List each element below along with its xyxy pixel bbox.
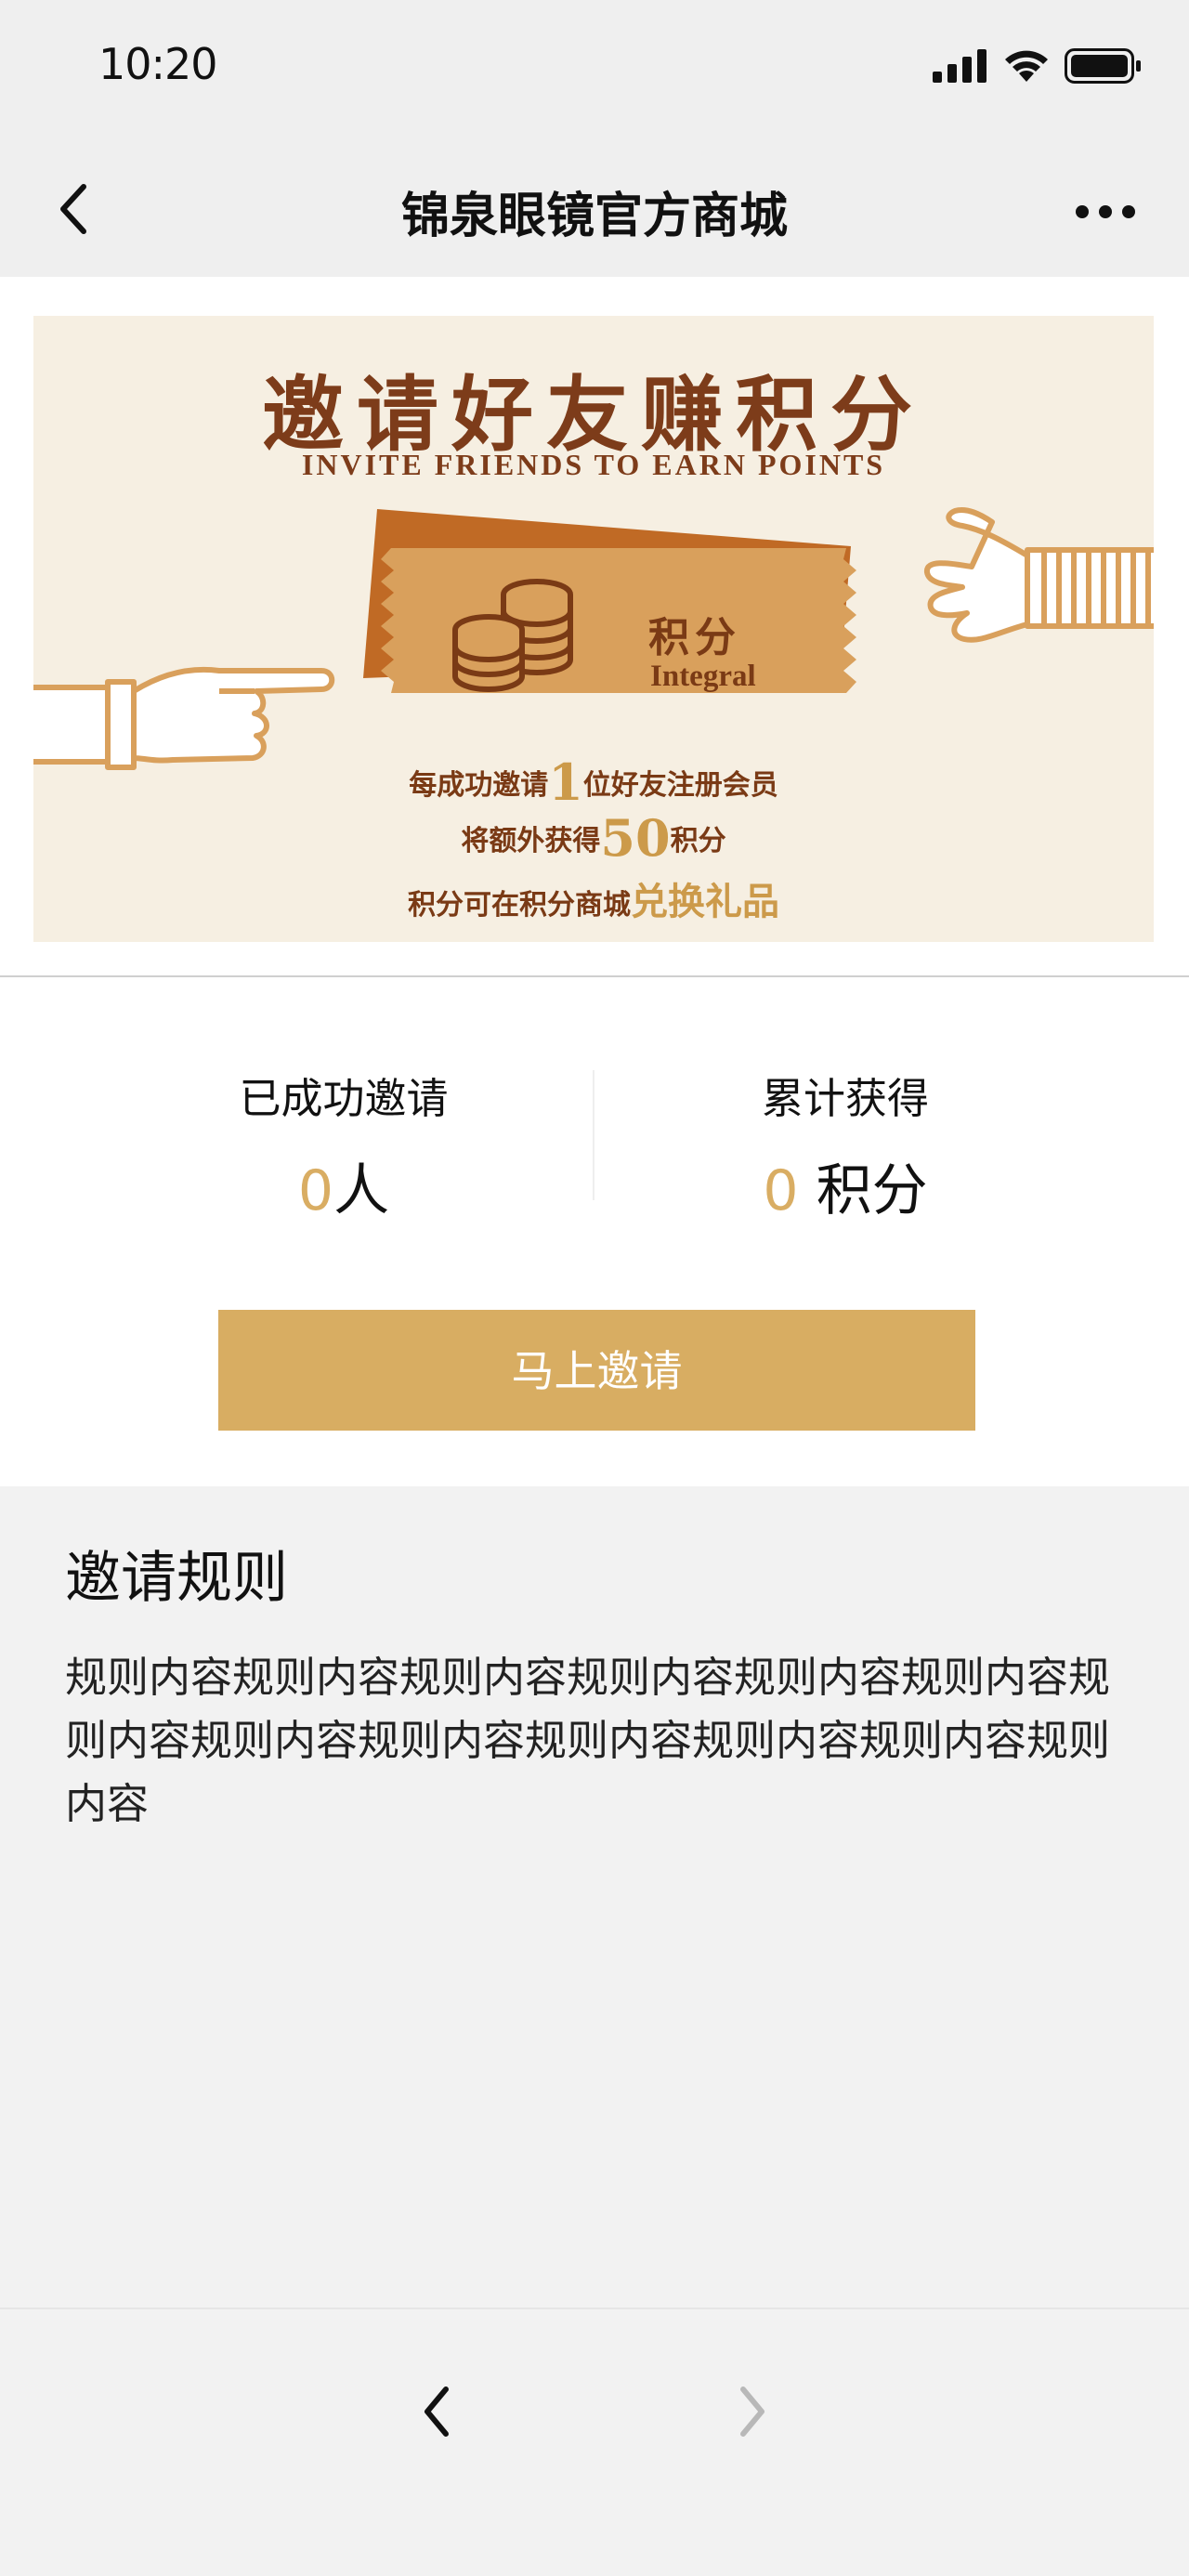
banner-line-1: 每成功邀请1位好友注册会员 (409, 752, 778, 812)
page-title: 锦泉眼镜官方商城 (400, 189, 788, 244)
status-time: 10:20 (98, 39, 218, 89)
chevron-right-icon (740, 2386, 764, 2437)
more-dots-icon (1076, 205, 1135, 218)
invite-banner: 邀请好友赚积分 INVITE FRIENDS TO EARN POINTS 积分… (33, 316, 1154, 942)
wifi-icon (1005, 50, 1048, 82)
status-bar: 10:20 (0, 0, 1189, 139)
earned-unit: 积分 (798, 1158, 928, 1223)
banner-line-3: 积分可在积分商城兑换礼品 (408, 880, 779, 923)
banner-section: 邀请好友赚积分 INVITE FRIENDS TO EARN POINTS 积分… (0, 277, 1189, 977)
right-hand-icon (924, 507, 1154, 643)
earned-number: 0 (763, 1158, 799, 1223)
more-button[interactable] (1068, 184, 1143, 240)
nav-bar: 锦泉眼镜官方商城 (0, 139, 1189, 277)
rules-title: 邀请规则 (65, 1546, 288, 1611)
signal-icon (933, 49, 986, 83)
invited-label: 已成功邀请 (239, 1074, 449, 1123)
earned-value: 0 积分 (669, 1145, 1022, 1226)
invited-number: 0 (297, 1158, 334, 1223)
status-icons (933, 48, 1143, 84)
earned-label: 累计获得 (761, 1074, 929, 1123)
earned-points-stat: 累计获得 0 积分 (669, 1065, 1022, 1226)
battery-icon (1065, 48, 1141, 84)
stats-divider (593, 1070, 594, 1200)
browser-forward-button[interactable] (715, 2365, 790, 2458)
browser-back-button[interactable] (399, 2365, 474, 2458)
invited-value: 0人 (167, 1145, 520, 1226)
ticket-sub-label: Integral (650, 660, 756, 693)
rules-body: 规则内容规则内容规则内容规则内容规则内容规则内容规则内容规则内容规则内容规则内容… (65, 1653, 1111, 1828)
invite-stats: 已成功邀请 0人 累计获得 0 积分 马上邀请 (0, 977, 1189, 1486)
invited-count-stat: 已成功邀请 0人 (167, 1065, 520, 1226)
banner-line-2: 将额外获得50积分 (461, 808, 726, 868)
bottom-nav-bar (0, 2308, 1189, 2576)
chevron-left-icon (425, 2386, 449, 2437)
ticket-label: 积分 (648, 614, 741, 661)
banner-subtitle: INVITE FRIENDS TO EARN POINTS (301, 448, 886, 481)
invite-now-button[interactable]: 马上邀请 (218, 1310, 975, 1431)
invited-unit: 人 (333, 1158, 390, 1223)
